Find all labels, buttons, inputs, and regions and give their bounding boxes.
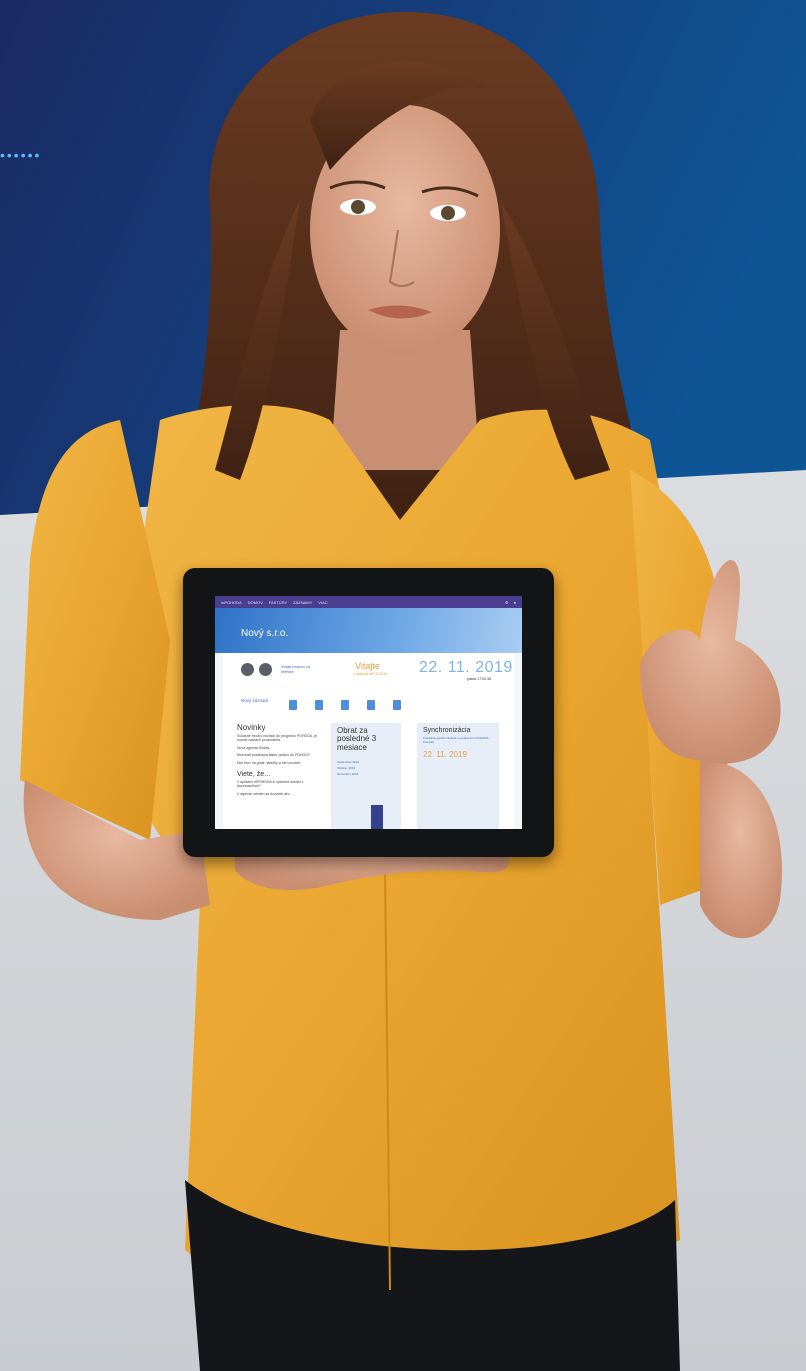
hero-banner: Nový s.r.o.	[215, 608, 522, 653]
brand-logo: mPOHODA	[221, 599, 242, 605]
turnover-row: September 2019	[337, 760, 360, 765]
news-section: Novinky Súčasne mnoho inovácií do progra…	[237, 723, 317, 799]
sync-text: Posledná synchronizácia s programom POHO…	[423, 736, 489, 744]
turnover-title: Obrat za posledné 3 mesiace	[337, 726, 377, 752]
company-name: Nový s.r.o.	[241, 628, 289, 639]
tablet: mPOHODA DOMOV FAKTÚRY ZÁZNAMY VIAC ⚙ ● No…	[183, 568, 554, 857]
turnover-row: Október 2019	[337, 766, 356, 771]
sync-card: Synchronizácia Posledná synchronizácia s…	[417, 723, 499, 829]
current-date: 22. 11. 2019	[419, 659, 513, 676]
sync-title: Synchronizácia	[423, 727, 471, 734]
current-time: piatok 17:00:38	[467, 677, 491, 681]
tablet-screen: mPOHODA DOMOV FAKTÚRY ZÁZNAMY VIAC ⚙ ● No…	[215, 596, 522, 829]
news-title: Novinky	[237, 723, 266, 732]
tip-line: V aplikácii mPOHODA si vytvoríte doklad …	[237, 779, 304, 789]
offer-icon	[341, 700, 349, 710]
news-line: Nová agenda Služby.	[237, 745, 271, 750]
news-line: Diel ktorí na grafe, tabuľky a iné inová…	[237, 760, 302, 765]
menu-item-more: VIAC	[318, 599, 328, 605]
download-icon	[241, 663, 254, 676]
welcome-row: Volajte podporu na telefóne Vitajte v ap…	[223, 653, 514, 693]
new-document-row: Nový záznam	[223, 693, 514, 719]
welcome-subtitle: v aplikácii mPOHODA	[353, 672, 388, 676]
turnover-card: Obrat za posledné 3 mesiace September 20…	[331, 723, 401, 829]
menu-item-records: ZÁZNAMY	[293, 599, 313, 605]
tip-line: V agende odmien sa dozviete ako…	[237, 791, 294, 796]
turnover-bar	[371, 805, 383, 829]
news-line: Možnosti posielania faktúr priamo do POH…	[237, 753, 311, 758]
news-line: Súčasne mnoho inovácií do programu POHOD…	[237, 734, 317, 743]
new-document-label: Nový záznam	[241, 698, 269, 703]
support-text: Volajte podporu na telefóne	[281, 665, 311, 674]
user-icon: ●	[513, 599, 516, 605]
welcome-title: Vitajte	[355, 661, 380, 671]
invoice-icon	[289, 700, 297, 710]
sync-date: 22. 11. 2019	[423, 750, 467, 759]
help-icon	[259, 663, 272, 676]
order-icon	[315, 700, 323, 710]
dashboard-cards: Novinky Súčasne mnoho inovácií do progra…	[223, 719, 514, 829]
receipt-icon	[393, 700, 401, 710]
menu-item-invoices: FAKTÚRY	[268, 599, 288, 605]
turnover-row: November 2019	[337, 772, 359, 777]
tip-title: Viete, že…	[237, 770, 272, 778]
contact-icon	[367, 700, 375, 710]
app-top-bar: mPOHODA DOMOV FAKTÚRY ZÁZNAMY VIAC ⚙ ●	[215, 596, 522, 608]
menu-item-home: DOMOV	[247, 599, 263, 605]
decorative-dots: ••••••	[0, 147, 42, 163]
settings-icon: ⚙	[504, 599, 509, 605]
